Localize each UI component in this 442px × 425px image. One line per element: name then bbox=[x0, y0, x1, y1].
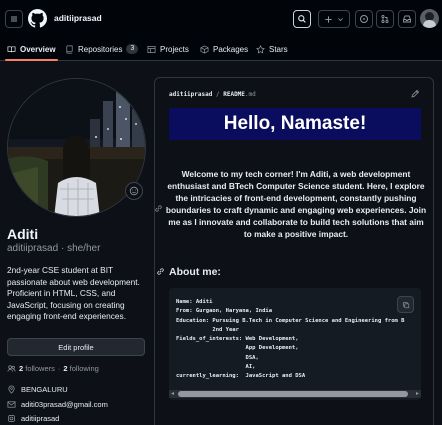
profile-avatar[interactable] bbox=[7, 78, 146, 217]
profile-bio: 2nd-year CSE student at BIT passionate a… bbox=[7, 265, 140, 321]
separator-dot: · bbox=[60, 243, 65, 254]
readme-path: aditiiprasad / README.md bbox=[169, 91, 256, 98]
set-status-button[interactable] bbox=[125, 182, 143, 200]
following-link[interactable]: 2 following bbox=[63, 364, 98, 373]
search-icon[interactable] bbox=[293, 10, 311, 28]
horizontal-scrollbar[interactable]: ◂ ▸ bbox=[169, 390, 421, 398]
location-text: BENGALURU bbox=[21, 385, 68, 394]
copy-icon bbox=[402, 301, 409, 308]
tab-overview[interactable]: Overview bbox=[5, 37, 58, 61]
tab-projects[interactable]: Projects bbox=[147, 37, 189, 61]
tab-packages[interactable]: Packages bbox=[200, 37, 248, 61]
email-link[interactable]: aditi03prasad@gmail.com bbox=[21, 400, 108, 409]
book-icon bbox=[7, 45, 16, 52]
followers-count: 2 bbox=[19, 364, 24, 373]
instagram-icon bbox=[7, 414, 16, 423]
code-line: DSA, bbox=[176, 354, 259, 361]
create-new-button[interactable] bbox=[318, 10, 350, 28]
profile-login: aditiiprasad bbox=[7, 243, 59, 254]
tab-stars[interactable]: Stars bbox=[256, 37, 288, 61]
inbox-icon[interactable] bbox=[398, 10, 416, 28]
code-text: Name: Aditi From: Gurgaon, Haryana, Indi… bbox=[176, 298, 404, 382]
repositories-count-badge: 3 bbox=[126, 44, 139, 54]
plus-icon bbox=[325, 15, 332, 23]
profile-pronouns: she/her bbox=[67, 243, 101, 254]
code-block: Name: Aditi From: Gurgaon, Haryana, Indi… bbox=[169, 288, 421, 400]
readme-ext: .md bbox=[244, 91, 256, 98]
followers-label: followers bbox=[25, 364, 55, 373]
star-icon bbox=[256, 44, 265, 53]
mail-icon bbox=[7, 401, 16, 408]
readme-owner[interactable]: aditiiprasad bbox=[169, 91, 212, 98]
code-line: Name: Aditi bbox=[176, 299, 213, 305]
follow-dot: · bbox=[57, 364, 61, 373]
tab-stars-label: Stars bbox=[269, 44, 288, 54]
location-row: BENGALURU bbox=[7, 385, 68, 394]
code-line: 2nd Year bbox=[176, 326, 239, 333]
repo-icon bbox=[66, 45, 73, 53]
follow-stats: 2 followers · 2 following bbox=[7, 364, 99, 373]
people-icon bbox=[7, 365, 16, 372]
followers-link[interactable]: 2 followers bbox=[19, 364, 55, 373]
tab-packages-label: Packages bbox=[213, 44, 249, 54]
following-count: 2 bbox=[63, 364, 68, 373]
code-line: AI, bbox=[176, 364, 256, 371]
scrollbar-thumb[interactable] bbox=[178, 391, 408, 397]
issues-icon[interactable] bbox=[355, 10, 373, 28]
pencil-icon[interactable] bbox=[410, 89, 420, 99]
profile-name: Aditi bbox=[7, 226, 39, 242]
social-row: aditiiprasad bbox=[7, 414, 59, 423]
chevron-down-icon bbox=[338, 17, 343, 21]
anchor-link-icon[interactable] bbox=[154, 204, 163, 213]
profile-tabs: Overview Repositories 3 Projects Package… bbox=[0, 37, 442, 61]
top-bar: aditiiprasad bbox=[0, 0, 442, 37]
code-line: From: Gurgaon, Haryana, India bbox=[176, 308, 273, 315]
code-line: Fields_of_interests: Web Development, bbox=[176, 336, 299, 343]
profile-login-line: aditiiprasad · she/her bbox=[7, 243, 100, 254]
tab-overview-label: Overview bbox=[20, 44, 56, 54]
about-heading: About me: bbox=[169, 266, 221, 278]
code-line: currently_learning: JavaScript and DSA bbox=[176, 373, 306, 380]
table-icon bbox=[147, 45, 156, 53]
header-username[interactable]: aditiiprasad bbox=[54, 13, 102, 23]
readme-banner: Hello, Namaste! bbox=[169, 108, 421, 140]
code-line: Education: Pursuing B.Tech in Computer S… bbox=[176, 317, 405, 324]
github-logo-icon[interactable] bbox=[28, 9, 47, 28]
scroll-left-arrow-icon[interactable]: ◂ bbox=[171, 391, 174, 397]
email-row: aditi03prasad@gmail.com bbox=[7, 400, 108, 409]
following-label: following bbox=[69, 364, 99, 373]
tab-repositories[interactable]: Repositories 3 bbox=[65, 37, 139, 61]
package-icon bbox=[200, 44, 209, 54]
pull-requests-icon[interactable] bbox=[376, 10, 394, 28]
edit-profile-button[interactable]: Edit profile bbox=[7, 338, 145, 356]
code-line: App Development, bbox=[176, 345, 299, 352]
smiley-icon bbox=[129, 186, 139, 196]
location-icon bbox=[8, 385, 15, 394]
tab-projects-label: Projects bbox=[160, 44, 189, 54]
readme-file[interactable]: README bbox=[223, 91, 245, 98]
readme-welcome-text: Welcome to my tech corner! I'm Aditi, a … bbox=[165, 169, 427, 239]
scroll-right-arrow-icon[interactable]: ▸ bbox=[416, 391, 419, 397]
user-avatar-small[interactable] bbox=[420, 9, 439, 28]
readme-card: aditiiprasad / README.md Hello, Namaste!… bbox=[154, 77, 434, 425]
menu-icon[interactable] bbox=[5, 10, 23, 28]
readme-slash: / bbox=[215, 91, 220, 98]
social-link[interactable]: aditiiprasad bbox=[21, 414, 59, 423]
copy-button[interactable] bbox=[397, 296, 414, 313]
anchor-link-icon[interactable] bbox=[156, 267, 165, 276]
tab-repositories-label: Repositories bbox=[78, 44, 123, 54]
